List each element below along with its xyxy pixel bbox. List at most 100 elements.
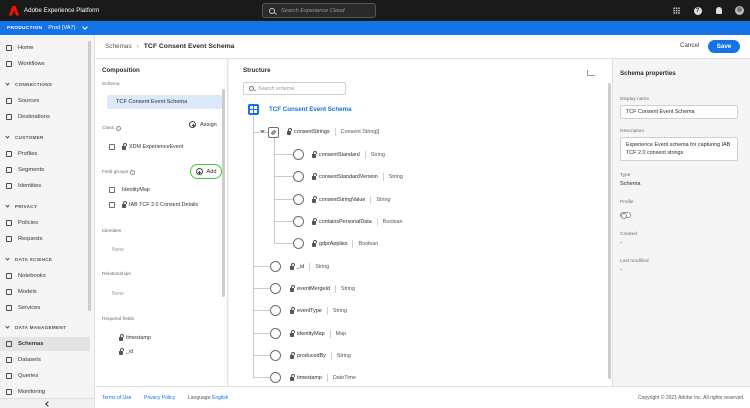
apps-grid-button[interactable] [666,0,687,21]
field-node[interactable] [293,238,304,249]
required-field-item: timestamp [119,334,151,341]
field-node[interactable] [270,350,281,361]
field-row[interactable]: consentStringValue String [312,196,390,204]
field-row[interactable]: consentStandard String [312,151,385,159]
breadcrumb-schemas[interactable]: Schemas [105,43,132,50]
language-link[interactable]: English [212,395,228,401]
field-node[interactable] [293,149,304,160]
nav-item-destinations[interactable]: Destinations [0,110,90,124]
field-name: consentStandardVersion [319,174,378,180]
structure-scrollbar[interactable] [608,83,611,379]
field-node[interactable] [270,283,281,294]
app-title[interactable]: Adobe Experience Platform [24,7,99,14]
field-group-item[interactable]: IdentityMap [109,187,150,193]
terms-link[interactable]: Terms of Use [102,395,131,401]
breadcrumb-separator: › [136,43,139,50]
nav-item-monitoring[interactable]: Monitoring [0,385,90,399]
field-node[interactable] [293,216,304,227]
field-group-item[interactable]: IAB TCF 2.0 Consent Details [109,201,198,208]
field-node-consentstrings[interactable] [268,127,279,138]
monitoring-icon [6,389,12,395]
nav-item-schemas[interactable]: Schemas [0,337,90,351]
nav-item-datasets[interactable]: Datasets [0,353,90,367]
notifications-button[interactable] [708,0,729,21]
field-type: Map [335,331,347,337]
field-row[interactable]: gdprApplies Boolean [312,240,378,248]
nav-item-profiles[interactable]: Profiles [0,147,90,161]
chevron-down-icon[interactable] [81,24,88,30]
field-row[interactable]: identityMap Map [290,330,346,338]
field-row-consentstrings[interactable]: consentStrings Consent String[] [287,128,379,136]
nav-item-policies[interactable]: Policies [0,216,90,230]
schema-item[interactable]: TCF Consent Event Schema [107,95,222,109]
tree-line [253,266,270,267]
nav-item-requests[interactable]: Requests [0,232,90,246]
nav-section-privacy[interactable]: PRIVACY [5,203,38,209]
tree-line [253,333,270,334]
field-node[interactable] [293,194,304,205]
lock-icon [287,128,292,135]
composition-scrollbar[interactable] [222,89,225,297]
nav-item-segments[interactable]: Segments [0,163,90,177]
field-row[interactable]: consentStandardVersion String [312,173,403,181]
field-group-checkbox[interactable] [109,187,115,193]
nav-section-label: PRIVACY [15,204,38,209]
adobe-logo-icon[interactable] [9,5,19,16]
field-group-checkbox[interactable] [109,202,115,208]
class-checkbox[interactable] [109,144,115,150]
info-icon[interactable] [130,170,136,175]
class-item[interactable]: XDM ExperienceEvent [109,143,183,150]
chevron-down-icon [5,203,10,208]
field-row[interactable]: eventMergeId String [290,285,355,293]
nav-section-connections[interactable]: CONNECTIONS [5,81,52,87]
nav-item-sources[interactable]: Sources [0,94,90,108]
info-icon[interactable] [116,126,121,131]
tree-line [274,199,293,200]
field-row[interactable]: timestamp DateTime [290,374,356,382]
structure-panel: Structure Search schema TCF Consent Even… [229,59,613,386]
nav-item-workflows[interactable]: Workflows [0,57,90,71]
nav-item-queries[interactable]: Queries [0,369,90,383]
profile-toggle[interactable] [620,212,631,219]
field-name: consentStandard [319,152,360,158]
field-row[interactable]: _id String [290,263,329,271]
field-node[interactable] [270,261,281,272]
collapse-tree-icon[interactable] [587,70,595,76]
field-node[interactable] [270,328,281,339]
nav-item-identities[interactable]: Identities [0,179,90,193]
identities-value: None [112,247,124,253]
nav-item-home[interactable]: Home [0,41,90,55]
required-field-name: timestamp [126,335,151,341]
lock-icon [122,143,127,150]
structure-search-input[interactable]: Search schema [243,82,346,95]
schema-root-name[interactable]: TCF Consent Event Schema [269,106,352,113]
collapse-nav-button[interactable] [0,398,94,408]
nav-item-services[interactable]: Services [0,301,90,315]
field-row[interactable]: eventType String [290,307,347,315]
nav-item-notebooks[interactable]: Notebooks [0,269,90,283]
field-row[interactable]: producedBy String [290,352,351,360]
search-icon [249,86,254,91]
privacy-link[interactable]: Privacy Policy [144,395,175,401]
help-button[interactable]: ? [687,0,708,21]
nav-item-models[interactable]: Models [0,285,90,299]
left-nav-scrollbar[interactable] [88,41,91,311]
description-textarea[interactable]: Experience Event schema for capturing IA… [620,137,738,161]
nav-section-data-management[interactable]: DATA MANAGEMENT [5,324,66,330]
save-button[interactable]: Save [708,40,740,53]
global-search[interactable]: Search Experience Cloud [262,3,376,18]
profile-button[interactable] [729,0,750,21]
avatar [735,6,744,15]
sandbox-switcher[interactable]: Prod (VA7) [48,25,75,31]
add-field-group-button[interactable]: Add [190,164,222,179]
field-row[interactable]: containsPersonalData Boolean [312,218,403,226]
field-node[interactable] [270,305,281,316]
field-node[interactable] [293,171,304,182]
nav-section-customer[interactable]: CUSTOMER [5,134,44,140]
field-node[interactable] [270,372,281,383]
assign-class-button[interactable]: Assign [189,121,217,128]
lock-icon [119,348,124,355]
display-name-input[interactable]: TCF Consent Event Schema [620,105,738,119]
nav-section-data-science[interactable]: DATA SCIENCE [5,256,52,262]
cancel-button[interactable]: Cancel [680,42,699,49]
